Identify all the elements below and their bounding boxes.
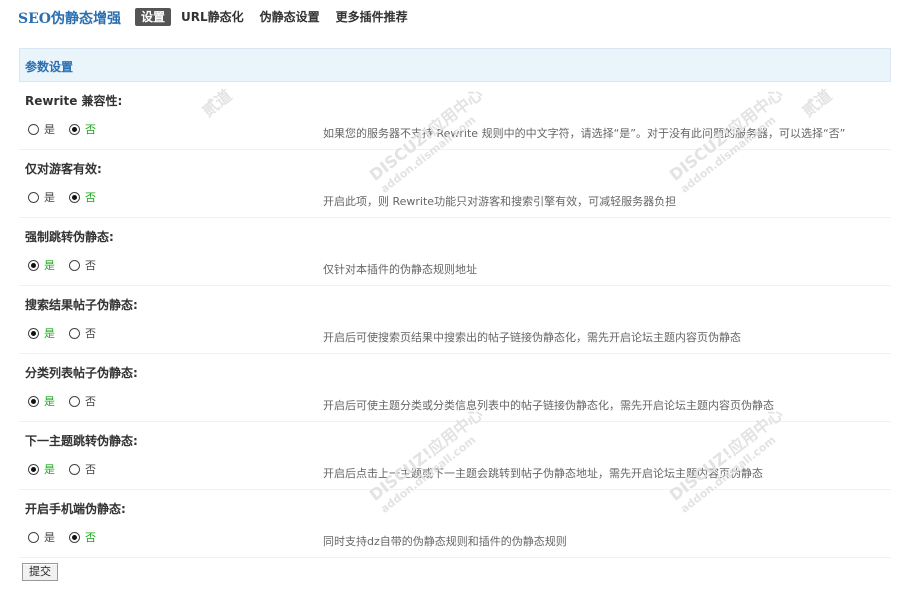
radio-option-no[interactable]: 否 xyxy=(69,257,96,273)
setting-row: 仅对游客有效: 是否开启此项，则 Rewrite功能只对游客和搜索引擎有效，可减轻… xyxy=(19,150,891,218)
setting-row: 分类列表帖子伪静态: 是否开启后可使主题分类或分类信息列表中的帖子链接伪静态化，需… xyxy=(19,354,891,422)
setting-label: 开启手机端伪静态: xyxy=(25,502,126,516)
radio-option-no[interactable]: 否 xyxy=(69,121,96,137)
radio-option-yes[interactable]: 是 xyxy=(28,189,55,205)
radio-button[interactable] xyxy=(28,191,39,203)
submit-button[interactable]: 提交 xyxy=(22,563,58,581)
radio-label: 是 xyxy=(44,259,55,272)
setting-description: 仅针对本插件的伪静态规则地址 xyxy=(323,263,477,276)
radio-label: 否 xyxy=(85,191,96,204)
setting-label: 搜索结果帖子伪静态: xyxy=(25,298,138,312)
radio-label: 是 xyxy=(44,395,55,408)
setting-description: 开启后点击上一主题或下一主题会跳转到帖子伪静态地址，需先开启论坛主题内容页伪静态 xyxy=(323,467,763,480)
tab-bar: 设置 URL静态化 伪静态设置 更多插件推荐 xyxy=(135,8,418,26)
radio-button[interactable] xyxy=(69,327,80,339)
radio-option-no[interactable]: 否 xyxy=(69,325,96,341)
tab-settings[interactable]: 设置 xyxy=(135,8,172,26)
radio-group: 是否 xyxy=(28,189,110,205)
tab-more-plugins[interactable]: 更多插件推荐 xyxy=(330,8,414,26)
radio-group: 是否 xyxy=(28,393,110,409)
settings-rows: Rewrite 兼容性: 是否如果您的服务器不支持 Rewrite 规则中的中文字… xyxy=(19,82,891,558)
setting-description: 开启后可使主题分类或分类信息列表中的帖子链接伪静态化，需先开启论坛主题内容页伪静… xyxy=(323,399,774,412)
setting-description: 同时支持dz自带的伪静态规则和插件的伪静态规则 xyxy=(323,535,567,548)
radio-group: 是否 xyxy=(28,461,110,477)
radio-button[interactable] xyxy=(28,463,39,475)
setting-row: 开启手机端伪静态: 是否同时支持dz自带的伪静态规则和插件的伪静态规则 xyxy=(19,490,891,558)
setting-row: 强制跳转伪静态: 是否仅针对本插件的伪静态规则地址 xyxy=(19,218,891,286)
radio-label: 是 xyxy=(44,463,55,476)
radio-option-no[interactable]: 否 xyxy=(69,393,96,409)
radio-label: 否 xyxy=(85,259,96,272)
radio-button[interactable] xyxy=(28,259,39,271)
settings-panel: 参数设置 Rewrite 兼容性: 是否如果您的服务器不支持 Rewrite 规则… xyxy=(19,48,891,558)
setting-label: Rewrite 兼容性: xyxy=(25,94,123,108)
panel-header: 参数设置 xyxy=(19,48,891,82)
radio-button[interactable] xyxy=(69,123,80,135)
radio-button[interactable] xyxy=(28,123,39,135)
radio-option-yes[interactable]: 是 xyxy=(28,461,55,477)
setting-label: 仅对游客有效: xyxy=(25,162,102,176)
radio-button[interactable] xyxy=(69,259,80,271)
radio-option-yes[interactable]: 是 xyxy=(28,325,55,341)
setting-description: 开启后可使搜索页结果中搜索出的帖子链接伪静态化，需先开启论坛主题内容页伪静态 xyxy=(323,331,741,344)
radio-button[interactable] xyxy=(28,531,39,543)
panel-title: 参数设置 xyxy=(25,60,74,74)
radio-label: 否 xyxy=(85,463,96,476)
setting-row: 搜索结果帖子伪静态: 是否开启后可使搜索页结果中搜索出的帖子链接伪静态化，需先开启… xyxy=(19,286,891,354)
radio-label: 否 xyxy=(85,123,96,136)
setting-description: 开启此项，则 Rewrite功能只对游客和搜索引擎有效，可减轻服务器负担 xyxy=(323,195,677,208)
radio-group: 是否 xyxy=(28,529,110,545)
setting-label: 下一主题跳转伪静态: xyxy=(25,434,138,448)
radio-button[interactable] xyxy=(69,395,80,407)
radio-button[interactable] xyxy=(69,191,80,203)
radio-label: 是 xyxy=(44,531,55,544)
setting-row: Rewrite 兼容性: 是否如果您的服务器不支持 Rewrite 规则中的中文字… xyxy=(19,82,891,150)
radio-option-yes[interactable]: 是 xyxy=(28,257,55,273)
radio-group: 是否 xyxy=(28,325,110,341)
radio-label: 是 xyxy=(44,191,55,204)
radio-group: 是否 xyxy=(28,257,110,273)
radio-label: 是 xyxy=(44,327,55,340)
radio-option-yes[interactable]: 是 xyxy=(28,393,55,409)
radio-group: 是否 xyxy=(28,121,110,137)
radio-button[interactable] xyxy=(69,463,80,475)
radio-button[interactable] xyxy=(28,395,39,407)
radio-label: 是 xyxy=(44,123,55,136)
radio-label: 否 xyxy=(85,327,96,340)
setting-label: 强制跳转伪静态: xyxy=(25,230,114,244)
radio-option-no[interactable]: 否 xyxy=(69,529,96,545)
tab-url-static[interactable]: URL静态化 xyxy=(175,8,250,26)
setting-row: 下一主题跳转伪静态: 是否开启后点击上一主题或下一主题会跳转到帖子伪静态地址，需先… xyxy=(19,422,891,490)
radio-option-yes[interactable]: 是 xyxy=(28,121,55,137)
radio-button[interactable] xyxy=(69,531,80,543)
radio-option-no[interactable]: 否 xyxy=(69,189,96,205)
top-bar: SEO伪静态增强 设置 URL静态化 伪静态设置 更多插件推荐 xyxy=(0,0,910,36)
app-title: SEO伪静态增强 xyxy=(18,11,121,27)
radio-option-yes[interactable]: 是 xyxy=(28,529,55,545)
tab-rewrite-settings[interactable]: 伪静态设置 xyxy=(254,8,326,26)
radio-label: 否 xyxy=(85,531,96,544)
setting-label: 分类列表帖子伪静态: xyxy=(25,366,138,380)
radio-button[interactable] xyxy=(28,327,39,339)
radio-option-no[interactable]: 否 xyxy=(69,461,96,477)
setting-description: 如果您的服务器不支持 Rewrite 规则中的中文字符，请选择“是”。对于没有此… xyxy=(323,127,846,140)
radio-label: 否 xyxy=(85,395,96,408)
